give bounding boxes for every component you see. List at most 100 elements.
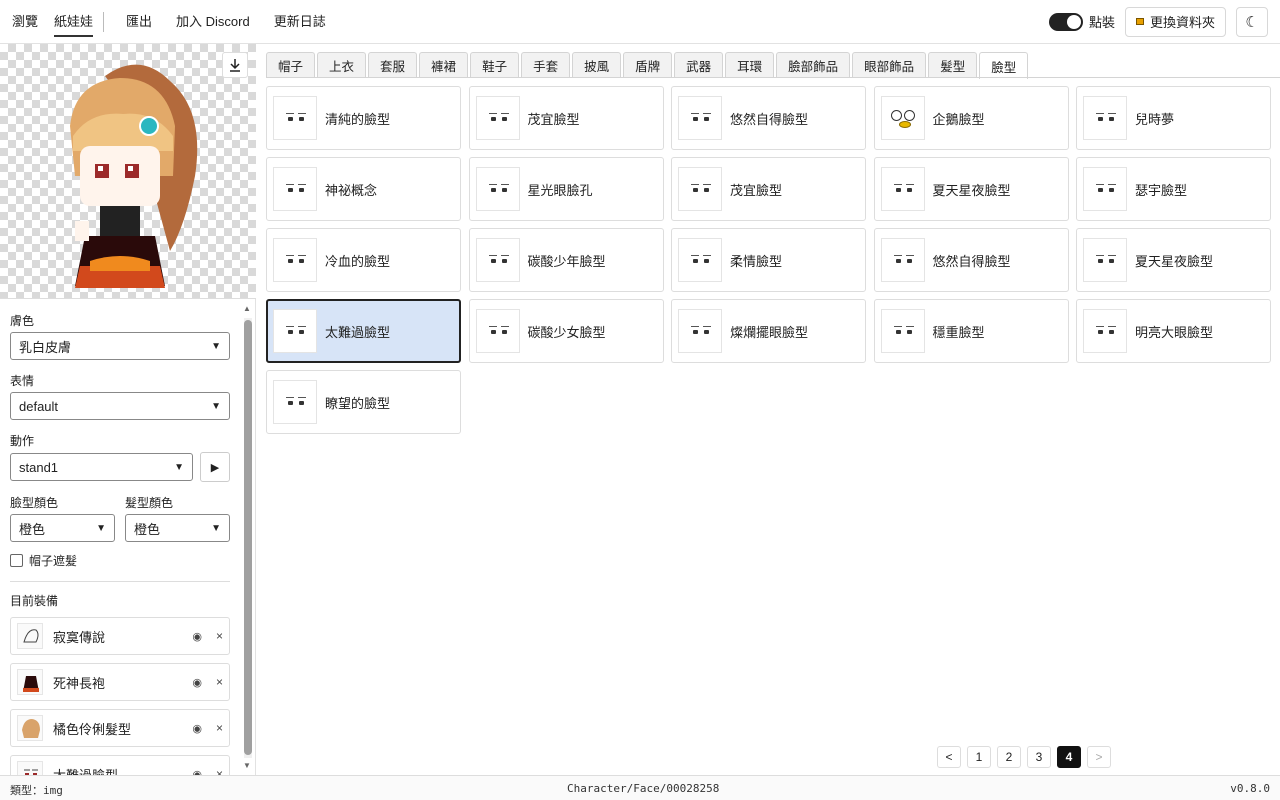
item-browser: 帽子 上衣 套服 褲裙 鞋子 手套 披風 盾牌 武器 耳環 臉部飾品 眼部飾品 髮型 臉型 清純的臉型茂宜… <box>257 44 1280 775</box>
tab-11[interactable]: 眼部飾品 <box>852 52 927 78</box>
tab-6[interactable]: 披風 <box>572 52 622 78</box>
status-path: Character/Face/00028258 <box>567 782 720 795</box>
face-card[interactable]: 企鵝臉型 <box>873 86 1069 150</box>
action-select[interactable]: stand1 ▼ <box>10 453 193 481</box>
hat-hair-checkbox[interactable] <box>10 554 23 567</box>
item-thumbnail <box>17 761 43 775</box>
expression-value: default <box>19 398 59 414</box>
face-card[interactable]: 冷血的臉型 <box>266 228 461 292</box>
face-card[interactable]: 太難過臉型 <box>266 299 461 363</box>
face-thumbnail <box>273 238 317 282</box>
status-bar: 類型：img Character/Face/00028258 v0.8.0 <box>0 775 1280 800</box>
face-card[interactable]: 穩重臉型 <box>873 299 1069 363</box>
face-name: 碳酸少女臉型 <box>527 324 606 340</box>
face-name: 燦爛擺眼臉型 <box>730 324 809 340</box>
face-thumbnail <box>273 380 317 424</box>
tab-1[interactable]: 上衣 <box>317 52 367 78</box>
face-name: 茂宜臉型 <box>730 182 783 198</box>
close-icon[interactable]: × <box>216 767 223 775</box>
tab-3[interactable]: 褲裙 <box>419 52 469 78</box>
settings-scrollbar[interactable]: ▲ ▼ <box>241 300 255 775</box>
expression-select[interactable]: default ▼ <box>10 392 230 420</box>
face-card[interactable]: 碳酸少年臉型 <box>468 228 664 292</box>
face-card[interactable]: 夏天星夜臉型 <box>1076 228 1271 292</box>
tab-13[interactable]: 臉型 <box>979 52 1029 79</box>
tab-10[interactable]: 臉部飾品 <box>776 52 851 78</box>
face-color-select[interactable]: 橙色 ▼ <box>10 514 115 542</box>
nav-export[interactable]: 匯出 <box>126 7 152 37</box>
face-thumbnail <box>678 309 722 353</box>
face-card[interactable]: 明亮大眼臉型 <box>1076 299 1271 363</box>
page-button-1[interactable]: 1 <box>967 746 991 768</box>
face-card[interactable]: 清純的臉型 <box>266 86 461 150</box>
close-icon[interactable]: × <box>216 629 223 643</box>
face-card[interactable]: 瞭望的臉型 <box>266 370 461 434</box>
tab-2[interactable]: 套服 <box>368 52 418 78</box>
face-name: 清純的臉型 <box>325 111 391 127</box>
face-card[interactable]: 悠然自得臉型 <box>873 228 1069 292</box>
cash-toggle-label: 點裝 <box>1088 15 1115 30</box>
equipped-item[interactable]: 死神長袍 ◉ × <box>10 663 230 701</box>
chevron-down-icon: ▼ <box>211 400 221 412</box>
skin-select[interactable]: 乳白皮膚 ▼ <box>10 332 230 360</box>
eye-icon[interactable]: ◉ <box>192 676 202 689</box>
face-card[interactable]: 茂宜臉型 <box>671 157 866 221</box>
equipped-item[interactable]: 橘色伶俐髮型 ◉ × <box>10 709 230 747</box>
nav-discord[interactable]: 加入 Discord <box>176 7 250 37</box>
face-card[interactable]: 神祕概念 <box>266 157 461 221</box>
page-next-button[interactable]: > <box>1087 746 1111 768</box>
face-card[interactable]: 瑟宇臉型 <box>1076 157 1271 221</box>
face-card[interactable]: 悠然自得臉型 <box>671 86 866 150</box>
tab-4[interactable]: 鞋子 <box>470 52 520 78</box>
equipped-item-name: 橘色伶俐髮型 <box>53 721 132 737</box>
eye-icon[interactable]: ◉ <box>192 722 202 735</box>
close-icon[interactable]: × <box>216 675 223 689</box>
face-color-group: 臉型顏色 橙色 ▼ <box>10 490 115 542</box>
skin-label: 膚色 <box>10 314 35 328</box>
eye-icon[interactable]: ◉ <box>192 768 202 776</box>
tab-8[interactable]: 武器 <box>674 52 724 78</box>
nav-browse[interactable]: 瀏覽 <box>12 7 38 37</box>
face-card[interactable]: 燦爛擺眼臉型 <box>671 299 866 363</box>
equipped-item[interactable]: 太難過臉型 ◉ × <box>10 755 230 775</box>
toggle-knob <box>1066 14 1081 29</box>
face-card[interactable]: 夏天星夜臉型 <box>873 157 1069 221</box>
face-thumbnail <box>880 167 925 211</box>
theme-toggle-button[interactable]: ☾ <box>1236 6 1268 37</box>
face-card[interactable]: 柔情臉型 <box>671 228 866 292</box>
change-folder-label: 更換資料夾 <box>1149 15 1215 30</box>
face-grid: 清純的臉型 茂宜臉型 悠然自得臉型 企鵝臉型 兒時夢 神祕概念 星光眼臉孔 茂宜臉型 夏天星夜臉… <box>266 86 1271 434</box>
equipped-item[interactable]: 寂寞傳說 ◉ × <box>10 617 230 655</box>
scroll-up-icon[interactable]: ▲ <box>243 304 251 313</box>
pagination: < 1 2 3 4 > <box>937 746 1111 768</box>
face-card[interactable]: 碳酸少女臉型 <box>468 299 664 363</box>
item-thumbnail <box>17 623 43 649</box>
tab-0[interactable]: 帽子 <box>266 52 316 78</box>
scrollbar-thumb[interactable] <box>244 320 252 755</box>
nav-changelog[interactable]: 更新日誌 <box>274 7 326 37</box>
hair-color-group: 髮型顏色 橙色 ▼ <box>125 490 230 542</box>
tab-7[interactable]: 盾牌 <box>623 52 673 78</box>
scroll-down-icon[interactable]: ▼ <box>243 761 251 770</box>
tab-12[interactable]: 髮型 <box>928 52 978 78</box>
face-card[interactable]: 星光眼臉孔 <box>468 157 664 221</box>
tab-5[interactable]: 手套 <box>521 52 571 78</box>
character-sprite <box>70 64 198 288</box>
page-prev-button[interactable]: < <box>937 746 961 768</box>
hair-color-select[interactable]: 橙色 ▼ <box>125 514 230 542</box>
face-name: 碳酸少年臉型 <box>527 253 606 269</box>
face-card[interactable]: 茂宜臉型 <box>468 86 664 150</box>
page-button-3[interactable]: 3 <box>1027 746 1051 768</box>
download-button[interactable] <box>222 52 248 78</box>
face-card[interactable]: 兒時夢 <box>1076 86 1271 150</box>
change-folder-button[interactable]: 更換資料夾 <box>1124 6 1226 37</box>
close-icon[interactable]: × <box>216 721 223 735</box>
nav-paperdoll[interactable]: 紙娃娃 <box>54 7 94 37</box>
page-button-4[interactable]: 4 <box>1057 746 1081 768</box>
tab-9[interactable]: 耳環 <box>725 52 775 78</box>
eye-icon[interactable]: ◉ <box>192 630 202 643</box>
page-button-2[interactable]: 2 <box>997 746 1021 768</box>
cash-toggle[interactable] <box>1048 12 1083 31</box>
action-value: stand1 <box>19 459 59 475</box>
play-button[interactable]: ▶ <box>200 452 230 482</box>
